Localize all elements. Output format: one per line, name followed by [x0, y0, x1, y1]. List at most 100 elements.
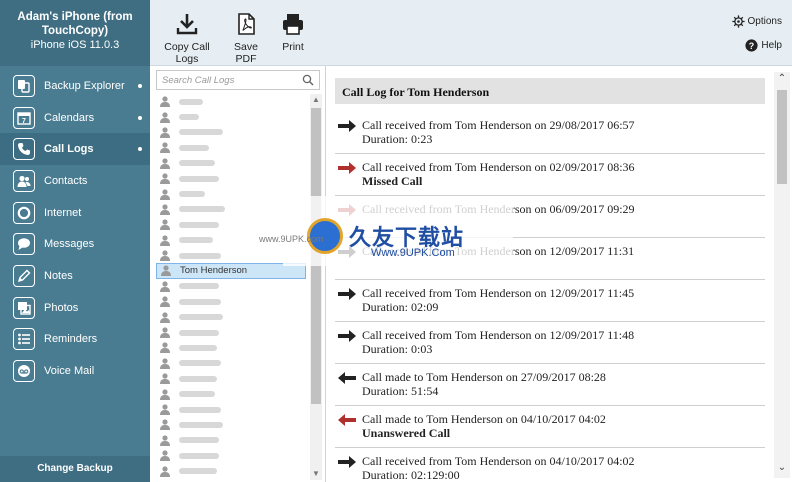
- sidebar-item-notes[interactable]: Notes: [0, 260, 150, 292]
- contact-row[interactable]: [156, 279, 306, 294]
- sidebar-expand-dot: [138, 147, 142, 152]
- call-log-entry-detail: Duration: 51:54: [362, 384, 439, 398]
- contact-row-selected[interactable]: Tom Henderson: [156, 263, 306, 279]
- blurred-contact-name: [179, 437, 219, 444]
- scroll-down-arrow-icon[interactable]: ▼: [310, 468, 322, 480]
- blurred-contact-name: [179, 375, 217, 382]
- incoming-call-arrow-icon: [338, 246, 356, 258]
- contact-row[interactable]: [156, 202, 306, 217]
- list-icon: [13, 328, 35, 351]
- contact-row[interactable]: [156, 125, 306, 140]
- incoming-call-arrow-icon: [338, 120, 356, 132]
- person-icon: [160, 342, 170, 354]
- call-log-entry: Call received from Tom Henderson on 04/1…: [335, 448, 765, 482]
- contact-row[interactable]: [156, 433, 306, 448]
- download-icon: [176, 14, 198, 35]
- blurred-contact-name: [179, 314, 223, 321]
- gear-icon: [731, 15, 745, 28]
- backup-explorer-icon: [13, 74, 35, 97]
- contact-row[interactable]: [156, 448, 306, 463]
- person-icon: [160, 173, 170, 185]
- device-header: Adam's iPhone (from TouchCopy) iPhone iO…: [0, 0, 150, 66]
- contact-row[interactable]: [156, 325, 306, 340]
- print-button[interactable]: Print: [278, 12, 308, 53]
- blurred-contact-name: [179, 298, 221, 305]
- scrollbar-thumb[interactable]: [777, 90, 787, 184]
- search-placeholder: Search Call Logs: [162, 75, 235, 86]
- blurred-contact-name: [179, 452, 219, 459]
- sidebar-item-messages[interactable]: Messages: [0, 228, 150, 260]
- contact-row[interactable]: [156, 417, 306, 432]
- voicemail-icon: [13, 360, 35, 383]
- person-icon: [160, 204, 170, 215]
- sidebar-item-call-logs[interactable]: Call Logs: [0, 133, 150, 166]
- person-icon: [161, 265, 171, 277]
- call-log-entry-detail: Missed Call: [362, 174, 423, 188]
- sidebar-item-voice-mail[interactable]: Voice Mail: [0, 355, 150, 387]
- copy-call-logs-button[interactable]: Copy Call Logs: [154, 12, 220, 65]
- change-backup-button[interactable]: Change Backup: [0, 456, 150, 482]
- svg-text:7: 7: [22, 118, 26, 125]
- call-log-entries: Call received from Tom Henderson on 29/0…: [335, 112, 765, 482]
- contact-row[interactable]: [156, 309, 306, 324]
- sidebar-item-label: Photos: [44, 301, 79, 314]
- sidebar-item-photos[interactable]: Photos: [0, 292, 150, 324]
- contact-row[interactable]: [156, 294, 306, 309]
- contact-row[interactable]: [156, 340, 306, 355]
- scroll-up-arrow-icon[interactable]: ⌃: [774, 73, 790, 87]
- call-log-title: Call Log for Tom Henderson: [335, 78, 765, 104]
- contacts-pane: Search Call Logs Tom Henderson ▲ ▼: [150, 66, 326, 482]
- call-log-entry-text: Call made to Tom Henderson on 27/09/2017…: [362, 370, 606, 384]
- call-log-scrollbar[interactable]: ⌃ ⌄: [774, 72, 790, 478]
- search-input[interactable]: Search Call Logs: [156, 70, 320, 90]
- sidebar-item-calendars[interactable]: 7 Calendars: [0, 102, 150, 134]
- incoming-call-arrow-icon: [338, 330, 356, 342]
- phone-icon: [13, 138, 35, 161]
- contact-row[interactable]: [156, 140, 306, 155]
- contact-row[interactable]: [156, 217, 306, 232]
- pencil-icon: [13, 264, 35, 287]
- sidebar-item-contacts[interactable]: Contacts: [0, 165, 150, 197]
- call-log-entry-text: Call received from Tom Henderson on 12/0…: [362, 244, 635, 258]
- svg-text:?: ?: [749, 41, 754, 51]
- options-button[interactable]: Options: [731, 15, 782, 28]
- blurred-contact-name: [179, 221, 219, 228]
- person-icon: [160, 373, 170, 385]
- call-log-entry-text: Call received from Tom Henderson on 29/0…: [362, 118, 635, 132]
- message-icon: [13, 233, 35, 256]
- sidebar-item-label: Messages: [44, 238, 95, 251]
- call-log-entry: Call received from Tom Henderson on 29/0…: [335, 112, 765, 154]
- sidebar-item-internet[interactable]: Internet: [0, 197, 150, 229]
- person-icon: [160, 327, 170, 339]
- contact-row[interactable]: [156, 186, 306, 201]
- sidebar-expand-dot: [138, 115, 142, 120]
- contact-row[interactable]: [156, 371, 306, 386]
- blurred-contact-name: [179, 98, 203, 105]
- contact-row[interactable]: [156, 402, 306, 417]
- contact-row[interactable]: [156, 463, 306, 478]
- scroll-down-arrow-icon[interactable]: ⌄: [774, 462, 790, 476]
- call-log-entry: Call made to Tom Henderson on 04/10/2017…: [335, 406, 765, 448]
- save-pdf-button[interactable]: Save PDF: [224, 12, 268, 65]
- contact-row[interactable]: [156, 171, 306, 186]
- help-label: Help: [761, 40, 782, 51]
- scrollbar-thumb[interactable]: [311, 108, 321, 404]
- contact-list-scrollbar[interactable]: ▲ ▼: [310, 94, 322, 480]
- help-button[interactable]: ? Help: [745, 39, 782, 52]
- blurred-contact-name: [179, 360, 221, 367]
- contact-row[interactable]: [156, 156, 306, 171]
- contact-row[interactable]: [156, 94, 306, 109]
- blurred-contact-name: [179, 206, 225, 213]
- person-icon: [160, 404, 170, 415]
- sidebar-item-backup-explorer[interactable]: Backup Explorer: [0, 70, 150, 102]
- contact-row[interactable]: [156, 109, 306, 124]
- sidebar-item-reminders[interactable]: Reminders: [0, 324, 150, 356]
- contact-row[interactable]: [156, 233, 306, 248]
- contact-row[interactable]: [156, 386, 306, 401]
- blurred-contact-name: [179, 421, 223, 428]
- blurred-contact-name: [179, 391, 215, 398]
- scroll-up-arrow-icon[interactable]: ▲: [310, 94, 322, 106]
- contact-row[interactable]: [156, 356, 306, 371]
- person-icon: [160, 419, 170, 431]
- contact-row[interactable]: [156, 248, 306, 263]
